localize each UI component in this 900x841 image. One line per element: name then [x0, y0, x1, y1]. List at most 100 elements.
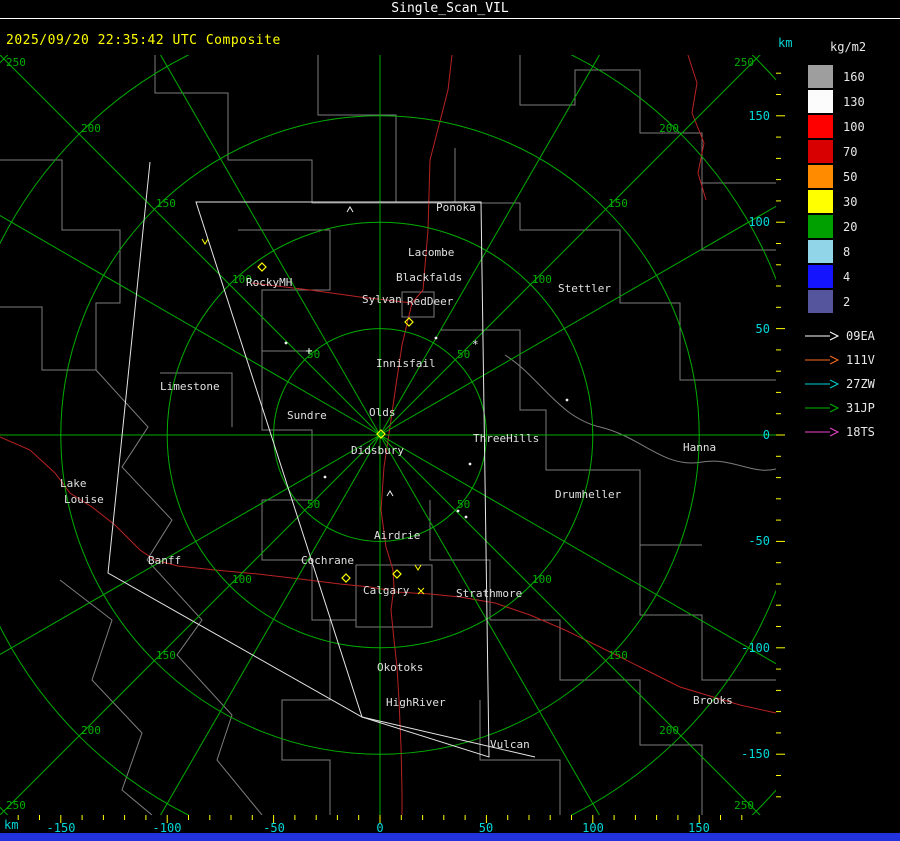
colorbar-value: 70 — [843, 144, 858, 159]
track-arrow-icon — [805, 403, 840, 413]
radial-line-45 — [379, 55, 761, 436]
colorbar-entry-20: 20 — [800, 214, 900, 239]
city-label-brooks: Brooks — [693, 694, 733, 707]
colorbar-swatch — [808, 115, 833, 138]
radar-map[interactable]: 50 100 150 200 250 50 100 150 200 250 50 100 150 200 2… — [0, 55, 776, 815]
colorbar: 160 130 100 70 50 30 20 8 4 2 — [800, 64, 900, 314]
right-axis-label: -100 — [741, 641, 770, 655]
ring-label-250: 250 — [734, 799, 754, 812]
marker-caret-down — [201, 238, 209, 245]
county-boundary — [281, 620, 331, 815]
radar-view[interactable]: 50 100 150 200 250 50 100 150 200 250 50 100 150 200 2… — [0, 55, 776, 815]
ring-label-250: 250 — [734, 56, 754, 69]
marker-dot — [464, 515, 468, 519]
colorbar-value: 20 — [843, 219, 858, 234]
colorbar-value: 4 — [843, 269, 851, 284]
colorbar-swatch — [808, 90, 833, 113]
colorbar-swatch — [808, 190, 833, 213]
legend-row-09EA: 09EA — [800, 324, 900, 348]
radial-line-315 — [0, 55, 381, 436]
colorbar-swatch — [808, 65, 833, 88]
track-arrow-head — [829, 427, 840, 437]
ring-label-200: 200 — [81, 724, 101, 737]
colorbar-entry-160: 160 — [800, 64, 900, 89]
colorbar-value: 160 — [843, 69, 865, 84]
marker-caret-up — [386, 490, 394, 497]
bottom-axis-label: -150 — [47, 821, 76, 833]
colorbar-swatch — [808, 265, 833, 288]
legend-site-id: 27ZW — [846, 377, 875, 391]
marker-dot — [468, 462, 472, 466]
city-label-highriver: HighRiver — [386, 696, 446, 709]
county-boundary — [317, 55, 397, 203]
colorbar-entry-70: 70 — [800, 139, 900, 164]
colorbar-value: 100 — [843, 119, 865, 134]
ring-label-250: 250 — [6, 56, 26, 69]
track-arrow-icon — [805, 379, 840, 389]
ring-label-150: 150 — [156, 649, 176, 662]
right-axis-unit: km — [778, 36, 793, 50]
city-label-louise: Louise — [64, 493, 104, 506]
bottom-axis-label: -50 — [263, 821, 285, 833]
legend-site-id: 31JP — [846, 401, 875, 415]
ring-label-150: 150 — [156, 197, 176, 210]
colorbar-title: kg/m2 — [830, 40, 867, 54]
marker-dot — [456, 509, 460, 513]
county-boundary — [154, 55, 396, 204]
city-label-okotoks: Okotoks — [377, 661, 423, 674]
legend-row-111V: 111V — [800, 348, 900, 372]
city-label-stettler: Stettler — [558, 282, 611, 295]
colorbar-entry-130: 130 — [800, 89, 900, 114]
right-axis-label: 0 — [763, 428, 770, 442]
radar-coverage-outline — [107, 161, 536, 758]
marker-caret-down — [414, 564, 422, 571]
track-arrow-head — [829, 355, 840, 365]
colorbar-value: 8 — [843, 244, 851, 259]
right-axis-label: -150 — [741, 747, 770, 761]
right-axis-label: 150 — [748, 109, 770, 123]
colorbar-swatch — [808, 215, 833, 238]
city-label-sundre: Sundre — [287, 409, 327, 422]
marker-dot — [323, 475, 327, 479]
radar-coverage-outlines — [107, 161, 536, 758]
right-axis-label: 100 — [748, 215, 770, 229]
colorbar-value: 30 — [843, 194, 858, 209]
legend-row-31JP: 31JP — [800, 396, 900, 420]
city-label-blackfalds: Blackfalds — [396, 271, 462, 284]
county-boundary — [519, 55, 776, 184]
county-boundary — [429, 500, 703, 815]
scan-timestamp: 2025/09/20 22:35:42 UTC Composite — [6, 33, 281, 48]
county-boundary — [0, 159, 121, 370]
colorbar-swatch — [808, 290, 833, 313]
city-label-ponoka: Ponoka — [436, 201, 476, 214]
bottom-axis-label: 0 — [376, 821, 383, 833]
marker-dot — [565, 398, 569, 402]
county-boundary — [455, 202, 776, 381]
bottom-blue-bar — [0, 833, 900, 841]
city-label-lacombe: Lacombe — [408, 246, 454, 259]
ring-label-50: 50 — [457, 498, 470, 511]
city-label-olds: Olds — [369, 406, 396, 419]
county-boundary — [479, 700, 561, 815]
city-label-banff: Banff — [148, 554, 181, 567]
site-marker-diamond — [341, 573, 351, 583]
highway — [0, 436, 389, 591]
ring-label-100: 100 — [532, 573, 552, 586]
city-label-sylvan: Sylvan — [362, 293, 402, 306]
track-arrow-head — [829, 379, 840, 389]
track-arrow-icon — [805, 355, 840, 365]
ring-label-150: 150 — [608, 649, 628, 662]
city-label-threehills: ThreeHills — [473, 432, 539, 445]
right-axis-label: 50 — [756, 322, 770, 336]
ring-label-200: 200 — [659, 724, 679, 737]
bottom-axis-label: -100 — [153, 821, 182, 833]
ring-label-50: 50 — [457, 348, 470, 361]
colorbar-entry-50: 50 — [800, 164, 900, 189]
city-label-lake: Lake — [60, 477, 87, 490]
bottom-axis: -150 -100 -50 0 50 100 150 km — [0, 815, 776, 833]
marker-asterisk: * — [472, 338, 479, 351]
right-axis-label: -50 — [748, 534, 770, 548]
ring-label-150: 150 — [608, 197, 628, 210]
legend-site-id: 111V — [846, 353, 875, 367]
window-titlebar[interactable]: Single_Scan_VIL — [0, 0, 900, 19]
